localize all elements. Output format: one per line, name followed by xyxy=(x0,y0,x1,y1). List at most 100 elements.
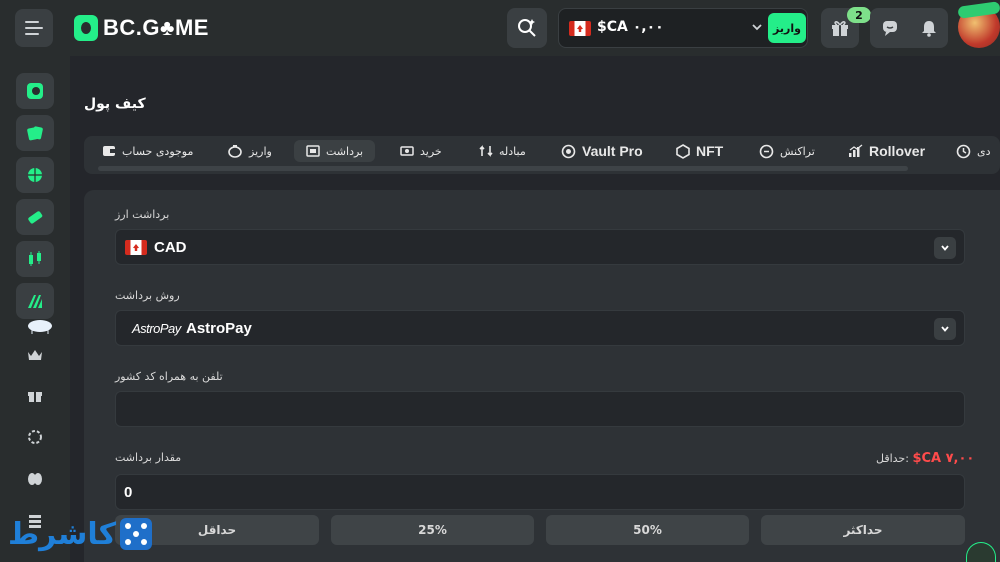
tab-balance[interactable]: موجودی حساب xyxy=(102,140,193,162)
method-dropdown-button[interactable] xyxy=(934,318,956,340)
tab-transactions-label: تراکنش xyxy=(780,144,815,158)
tab-deposit-label: واریز xyxy=(249,144,272,158)
tab-rollover-label: Rollover xyxy=(869,143,926,159)
phone-label: تلفن به همراه کد کشور xyxy=(115,370,223,383)
method-select[interactable]: AstroPay AstroPay xyxy=(115,310,965,346)
amount-25-button[interactable]: 25% xyxy=(331,515,534,545)
withdraw-panel: برداشت ارز CAD روش برداشت AstroPay Astro… xyxy=(84,190,1000,562)
crown-icon xyxy=(28,350,42,360)
amount-value: 0 xyxy=(124,484,133,501)
sidebar-item-casino[interactable] xyxy=(16,73,54,109)
bell-icon[interactable] xyxy=(920,19,938,37)
avatar[interactable] xyxy=(958,6,1000,48)
logo[interactable]: BC.G♣ME xyxy=(74,13,209,43)
logo-text: BC.G♣ME xyxy=(103,15,209,40)
minimum-amount: حداقل: $CA ۷,۰۰ xyxy=(876,451,974,466)
candlestick-icon xyxy=(29,251,41,266)
minimum-value: $CA ۷,۰۰ xyxy=(912,451,975,466)
tab-history[interactable]: دی xyxy=(956,140,991,162)
cloud-decoration-icon xyxy=(28,320,52,334)
menu-toggle-button[interactable] xyxy=(15,9,53,47)
tab-nft-label: NFT xyxy=(696,143,724,159)
sidebar xyxy=(0,56,70,562)
piggy-bank-icon xyxy=(228,144,242,158)
clock-icon xyxy=(956,144,971,158)
sidebar-item-vip[interactable] xyxy=(24,344,46,366)
method-value: AstroPay xyxy=(186,320,252,337)
search-button[interactable] xyxy=(507,8,547,48)
canada-flag-icon xyxy=(125,240,147,255)
wallet-icon xyxy=(103,146,115,156)
astropay-logo: AstroPay xyxy=(132,321,181,336)
swap-icon xyxy=(479,145,493,157)
tab-rollover[interactable]: Rollover xyxy=(848,140,925,162)
deposit-button[interactable]: واریز xyxy=(768,13,806,43)
chart-icon xyxy=(849,144,863,157)
chat-notification-group xyxy=(870,8,948,48)
canada-flag-icon xyxy=(569,21,591,36)
transaction-icon xyxy=(759,144,774,158)
chat-icon[interactable] xyxy=(881,19,899,37)
tabs-scrollbar[interactable] xyxy=(98,166,908,171)
tab-vault-pro[interactable]: Vault Pro xyxy=(561,140,643,162)
currency-select[interactable]: CAD xyxy=(115,229,965,265)
cash-icon xyxy=(400,146,414,156)
nft-icon xyxy=(676,143,690,159)
sidebar-item-trading[interactable] xyxy=(16,241,54,277)
casino-logo-icon xyxy=(27,83,43,99)
method-label: روش برداشت xyxy=(115,289,180,302)
tab-swap[interactable]: مبادله xyxy=(479,140,526,162)
currency-label: برداشت ارز xyxy=(115,208,170,221)
tab-withdraw[interactable]: برداشت xyxy=(294,140,376,162)
phone-input[interactable] xyxy=(115,391,965,427)
basketball-icon xyxy=(28,168,42,182)
tab-withdraw-label: برداشت xyxy=(326,144,364,158)
gift-icon xyxy=(28,392,42,402)
sidebar-item-sports[interactable] xyxy=(16,157,54,193)
cards-icon xyxy=(27,126,43,141)
balance-amount: $CA ۰,۰۰ xyxy=(597,19,664,35)
amount-input[interactable]: 0 xyxy=(115,474,965,510)
dice-icon xyxy=(120,518,153,550)
gift-icon xyxy=(832,21,848,36)
tab-vault-pro-label: Vault Pro xyxy=(582,143,643,159)
tab-swap-label: مبادله xyxy=(499,144,526,158)
ticket-icon xyxy=(28,211,43,224)
currency-value: CAD xyxy=(154,239,187,256)
sidebar-item-spin[interactable] xyxy=(24,426,46,448)
sidebar-item-referral[interactable] xyxy=(24,468,46,490)
chevron-down-icon xyxy=(941,326,949,332)
tab-buy[interactable]: خرید xyxy=(400,140,442,162)
watermark-text: کاشرط xyxy=(8,516,117,552)
balance-selector[interactable]: $CA ۰,۰۰ واریز xyxy=(558,8,808,48)
chevron-down-icon xyxy=(941,245,949,251)
tab-buy-label: خرید xyxy=(420,144,442,158)
minimum-caption: حداقل: xyxy=(876,452,909,465)
top-bar: BC.G♣ME $CA ۰,۰۰ واریز 2 xyxy=(0,0,1000,56)
logo-mark-icon xyxy=(74,15,98,41)
tab-history-label: دی xyxy=(977,144,991,158)
chevron-down-icon[interactable] xyxy=(751,21,763,33)
search-icon xyxy=(518,19,536,37)
withdraw-icon xyxy=(306,145,320,157)
sidebar-item-bonus[interactable] xyxy=(24,384,46,406)
sidebar-item-tickets[interactable] xyxy=(16,199,54,235)
sidebar-item-cards[interactable] xyxy=(16,115,54,151)
tab-nft[interactable]: NFT xyxy=(676,140,723,162)
vault-icon xyxy=(561,144,576,158)
sidebar-item-racing[interactable] xyxy=(16,283,54,319)
hamburger-icon xyxy=(25,21,43,35)
spinner-icon xyxy=(28,430,42,444)
currency-dropdown-button[interactable] xyxy=(934,237,956,259)
tab-balance-label: موجودی حساب xyxy=(122,144,194,158)
gift-count-badge: 2 xyxy=(847,7,871,23)
wallet-tabs: موجودی حساب واریز برداشت خرید مبادله Vau… xyxy=(84,136,1000,174)
amount-50-button[interactable]: 50% xyxy=(546,515,749,545)
max-amount-button[interactable]: حداکثر xyxy=(761,515,965,545)
racing-icon xyxy=(28,295,42,308)
page-title: کیف پول xyxy=(84,96,146,112)
watermark-logo: کاشرط xyxy=(8,512,153,556)
amount-label: مقدار برداشت xyxy=(115,451,182,464)
tab-deposit[interactable]: واریز xyxy=(228,140,272,162)
tab-transactions[interactable]: تراکنش xyxy=(759,140,815,162)
